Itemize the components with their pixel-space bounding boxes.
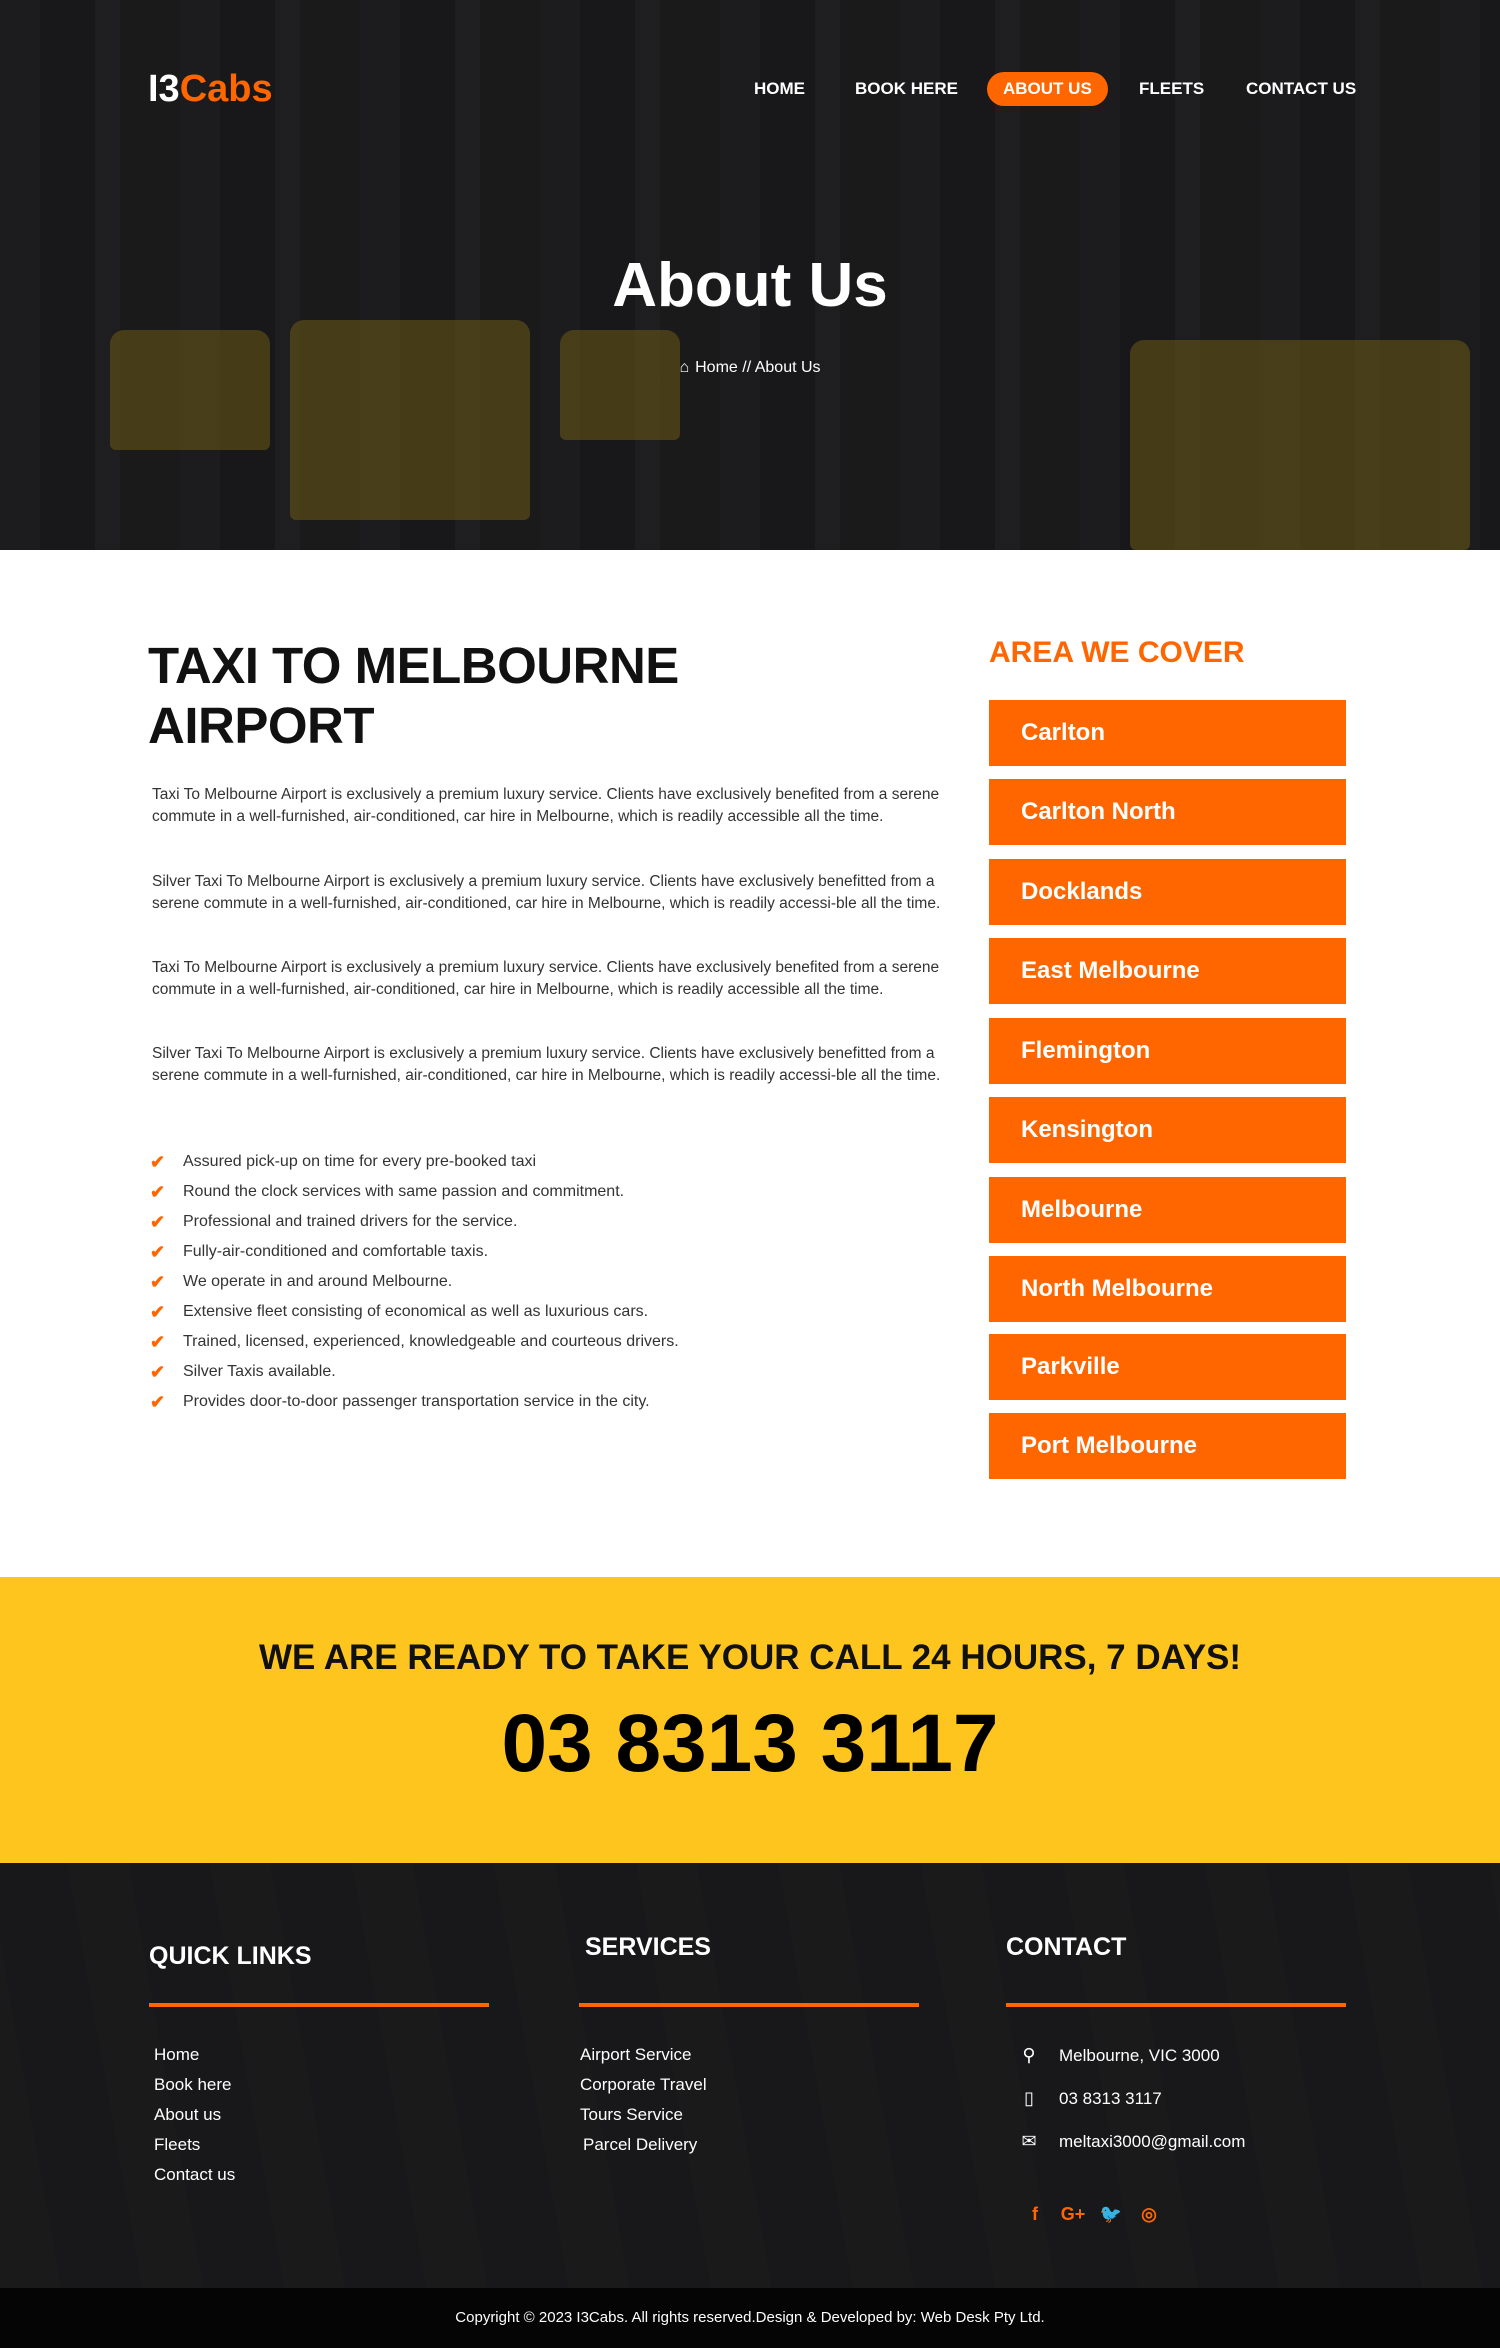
google-plus-icon[interactable]: G+ — [1058, 2204, 1088, 2225]
feature-text: Silver Taxis available. — [183, 1363, 336, 1380]
feature-item: ✔ Fully-air-conditioned and comfortable t… — [150, 1240, 679, 1270]
intro-paragraph: Silver Taxi To Melbourne Airport is excl… — [152, 1045, 941, 1084]
area-item-kensington[interactable]: Kensington — [989, 1097, 1346, 1163]
footer-link-fleets[interactable]: Fleets — [154, 2130, 235, 2160]
feature-text: Extensive fleet consisting of economical… — [183, 1303, 649, 1320]
twitter-icon[interactable]: 🐦 — [1096, 2204, 1126, 2225]
feature-text: Provides door-to-door passenger transpor… — [183, 1393, 650, 1410]
nav-contact-us[interactable]: CONTACT US — [1246, 72, 1356, 106]
footer: QUICK LINKS Home Book here About us Flee… — [0, 1863, 1500, 2288]
feature-list: ✔ Assured pick-up on time for every pre-b… — [150, 1150, 679, 1420]
check-icon: ✔ — [150, 1332, 166, 1352]
section-title: TAXI TO MELBOURNE AIRPORT — [148, 637, 679, 754]
call-to-action: WE ARE READY TO TAKE YOUR CALL 24 HOURS,… — [0, 1577, 1500, 1863]
feature-text: We operate in and around Melbourne. — [183, 1273, 453, 1290]
contact-email[interactable]: ✉ meltaxi3000@gmail.com — [1010, 2126, 1245, 2156]
feature-item: ✔ We operate in and around Melbourne. — [150, 1270, 679, 1300]
service-link[interactable]: Tours Service — [580, 2100, 707, 2130]
check-icon: ✔ — [150, 1302, 166, 1322]
social-links: f G+ 🐦 ◎ — [1020, 2204, 1172, 2234]
nav-fleets[interactable]: FLEETS — [1139, 72, 1204, 106]
feature-item: ✔ Extensive fleet consisting of economica… — [150, 1300, 679, 1330]
intro-paragraph: Taxi To Melbourne Airport is exclusively… — [152, 786, 940, 825]
service-link[interactable]: Corporate Travel — [580, 2070, 707, 2100]
contact-phone-text[interactable]: 03 8313 3117 — [1059, 2089, 1162, 2108]
main-nav: HOME BOOK HERE ABOUT US FLEETS CONTACT U… — [740, 72, 1360, 106]
site-logo[interactable]: I3Cabs — [148, 68, 273, 111]
logo-text-main: I3 — [148, 68, 180, 110]
footer-link-contact-us[interactable]: Contact us — [154, 2160, 235, 2190]
instagram-icon[interactable]: ◎ — [1134, 2204, 1164, 2225]
cta-phone-number[interactable]: 03 8313 3117 — [0, 1697, 1500, 1791]
home-icon: ⌂ — [679, 359, 690, 376]
check-icon: ✔ — [150, 1182, 166, 1202]
hero-banner: I3Cabs HOME BOOK HERE ABOUT US FLEETS CO… — [0, 0, 1500, 550]
divider — [149, 2003, 489, 2007]
nav-about-us[interactable]: ABOUT US — [987, 72, 1108, 106]
check-icon: ✔ — [150, 1362, 166, 1382]
area-title: AREA WE COVER — [989, 636, 1245, 669]
breadcrumb-separator: // — [742, 359, 752, 376]
breadcrumb-current: About Us — [754, 359, 821, 376]
check-icon: ✔ — [150, 1392, 166, 1412]
check-icon: ✔ — [150, 1212, 166, 1232]
footer-link-book-here[interactable]: Book here — [154, 2070, 235, 2100]
logo-text-accent: Cabs — [179, 68, 273, 110]
contact-email-text[interactable]: meltaxi3000@gmail.com — [1059, 2132, 1245, 2151]
area-item-parkville[interactable]: Parkville — [989, 1334, 1346, 1400]
feature-text: Trained, licensed, experienced, knowledg… — [183, 1333, 679, 1350]
breadcrumb: ⌂ Home // About Us — [0, 359, 1500, 377]
divider — [1006, 2003, 1346, 2007]
area-item-carlton[interactable]: Carlton — [989, 700, 1346, 766]
footer-link-about-us[interactable]: About us — [154, 2100, 235, 2130]
quick-links-title: QUICK LINKS — [149, 1942, 312, 1970]
facebook-icon[interactable]: f — [1020, 2204, 1050, 2225]
feature-item: ✔ Silver Taxis available. — [150, 1360, 679, 1390]
taxi-image-shape — [110, 330, 270, 450]
contact-phone[interactable]: ▯ 03 8313 3117 — [1010, 2083, 1162, 2113]
contact-address-text: Melbourne, VIC 3000 — [1059, 2046, 1220, 2065]
cta-headline: WE ARE READY TO TAKE YOUR CALL 24 HOURS,… — [258, 1638, 1242, 1677]
feature-text: Fully-air-conditioned and comfortable ta… — [183, 1243, 489, 1260]
service-link[interactable]: Parcel Delivery — [580, 2130, 707, 2160]
contact-title: CONTACT — [1006, 1933, 1127, 1961]
page-title: About Us — [612, 251, 888, 320]
feature-item: ✔ Round the clock services with same pass… — [150, 1180, 679, 1210]
check-icon: ✔ — [150, 1152, 166, 1172]
feature-item: ✔ Provides door-to-door passenger transpo… — [150, 1390, 679, 1420]
breadcrumb-home[interactable]: Home — [695, 359, 738, 376]
area-item-docklands[interactable]: Docklands — [989, 859, 1346, 925]
quick-links-list: Home Book here About us Fleets Contact u… — [154, 2040, 235, 2190]
mobile-phone-icon: ▯ — [1024, 2088, 1034, 2108]
check-icon: ✔ — [150, 1242, 166, 1262]
service-link[interactable]: Airport Service — [580, 2040, 707, 2070]
feature-item: ✔ Trained, licensed, experienced, knowled… — [150, 1330, 679, 1360]
area-item-flemington[interactable]: Flemington — [989, 1018, 1346, 1084]
divider — [579, 2003, 919, 2007]
envelope-icon: ✉ — [1021, 2131, 1037, 2151]
nav-home[interactable]: HOME — [754, 72, 805, 106]
copyright-bar: Copyright © 2023 I3Cabs. All rights rese… — [0, 2288, 1500, 2348]
taxi-image-shape — [560, 330, 680, 440]
taxi-image-shape — [290, 320, 530, 520]
area-item-north-melbourne[interactable]: North Melbourne — [989, 1256, 1346, 1322]
feature-text: Round the clock services with same passi… — [183, 1183, 625, 1200]
feature-item: ✔ Professional and trained drivers for th… — [150, 1210, 679, 1240]
services-list: Airport Service Corporate Travel Tours S… — [580, 2040, 707, 2160]
check-icon: ✔ — [150, 1272, 166, 1292]
feature-text: Professional and trained drivers for the… — [183, 1213, 518, 1230]
area-item-port-melbourne[interactable]: Port Melbourne — [989, 1413, 1346, 1479]
area-item-east-melbourne[interactable]: East Melbourne — [989, 938, 1346, 1004]
footer-link-home[interactable]: Home — [154, 2040, 235, 2070]
intro-paragraph: Silver Taxi To Melbourne Airport is excl… — [152, 873, 941, 912]
services-title: SERVICES — [585, 1933, 711, 1961]
area-item-carlton-north[interactable]: Carlton North — [989, 779, 1346, 845]
area-item-melbourne[interactable]: Melbourne — [989, 1177, 1346, 1243]
intro-paragraph: Taxi To Melbourne Airport is exclusively… — [152, 959, 940, 998]
feature-item: ✔ Assured pick-up on time for every pre-b… — [150, 1150, 679, 1180]
map-marker-icon: ⚲ — [1022, 2045, 1036, 2065]
feature-text: Assured pick-up on time for every pre-bo… — [183, 1153, 537, 1170]
contact-address: ⚲ Melbourne, VIC 3000 — [1010, 2040, 1220, 2070]
nav-book-here[interactable]: BOOK HERE — [855, 72, 958, 106]
